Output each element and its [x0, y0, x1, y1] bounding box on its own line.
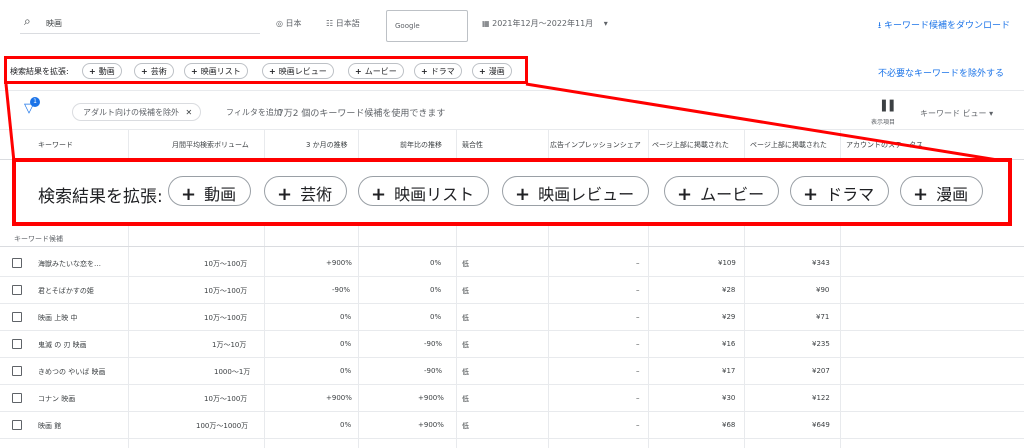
plus-icon: + [913, 184, 929, 205]
chip-label: 芸術 [300, 185, 333, 204]
zoom-chip-geijutsu[interactable]: + 芸術 [264, 176, 348, 206]
zoom-chip-douga[interactable]: + 動画 [168, 176, 252, 206]
plus-icon: + [803, 184, 819, 205]
chip-label: ドラマ [826, 185, 875, 204]
callout-line-left [4, 83, 16, 163]
zoom-chip-drama[interactable]: + ドラマ [790, 176, 890, 206]
plus-icon: + [677, 184, 693, 205]
chip-label: 映画レビュー [538, 185, 635, 204]
plus-icon: + [277, 184, 293, 205]
zoomed-refine-callout: 検索結果を拡張: + 動画 + 芸術 + 映画リスト + 映画レビュー + ムービー + ド… [12, 158, 1012, 226]
zoom-chip-eiga-review[interactable]: + 映画レビュー [502, 176, 650, 206]
zoom-chip-movie[interactable]: + ムービー [664, 176, 780, 206]
plus-icon: + [181, 184, 197, 205]
plus-icon: + [515, 184, 531, 205]
chip-label: 映画リスト [394, 185, 475, 204]
chip-label: ムービー [700, 185, 765, 204]
chip-label: 動画 [204, 185, 237, 204]
zoom-chip-eiga-list[interactable]: + 映画リスト [358, 176, 490, 206]
callout-line-right [525, 82, 1011, 164]
plus-icon: + [371, 184, 387, 205]
zoom-refine-label: 検索結果を拡張: [38, 187, 163, 207]
zoom-chip-manga[interactable]: + 漫画 [900, 176, 984, 206]
chip-label: 漫画 [936, 185, 969, 204]
